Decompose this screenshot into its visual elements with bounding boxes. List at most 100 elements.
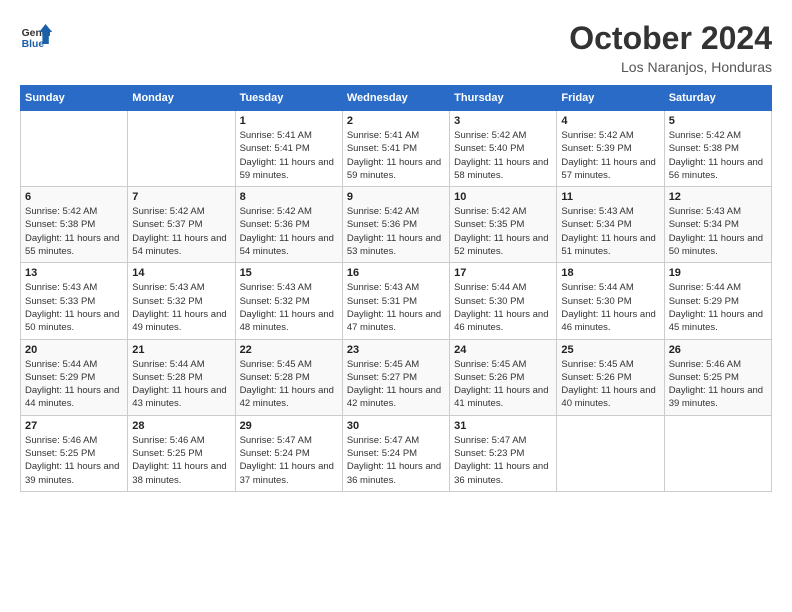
day-info: Sunrise: 5:46 AMSunset: 5:25 PMDaylight:… (669, 358, 767, 411)
calendar-cell: 10Sunrise: 5:42 AMSunset: 5:35 PMDayligh… (450, 187, 557, 263)
weekday-header-thursday: Thursday (450, 86, 557, 111)
calendar-cell: 3 Sunrise: 5:42 AMSunset: 5:40 PMDaylight… (450, 111, 557, 187)
calendar-week-0: 1 Sunrise: 5:41 AMSunset: 5:41 PMDaylight… (21, 111, 772, 187)
day-info: Sunrise: 5:46 AMSunset: 5:25 PMDaylight:… (25, 434, 123, 487)
calendar-cell: 9Sunrise: 5:42 AMSunset: 5:36 PMDaylight… (342, 187, 449, 263)
day-info: Sunrise: 5:42 AMSunset: 5:37 PMDaylight:… (132, 205, 230, 258)
calendar-cell: 28 Sunrise: 5:46 AMSunset: 5:25 PMDayligh… (128, 415, 235, 491)
calendar-cell (557, 415, 664, 491)
calendar-cell: 19 Sunrise: 5:44 AMSunset: 5:29 PMDayligh… (664, 263, 771, 339)
day-info: Sunrise: 5:41 AMSunset: 5:41 PMDaylight:… (347, 129, 445, 182)
day-number: 12 (669, 191, 767, 203)
calendar-week-3: 20Sunrise: 5:44 AMSunset: 5:29 PMDayligh… (21, 339, 772, 415)
calendar-body: 1 Sunrise: 5:41 AMSunset: 5:41 PMDaylight… (21, 111, 772, 492)
day-number: 28 (132, 420, 230, 432)
weekday-header-saturday: Saturday (664, 86, 771, 111)
day-number: 30 (347, 420, 445, 432)
day-number: 29 (240, 420, 338, 432)
calendar-cell: 11 Sunrise: 5:43 AMSunset: 5:34 PMDayligh… (557, 187, 664, 263)
day-info: Sunrise: 5:45 AMSunset: 5:26 PMDaylight:… (454, 358, 552, 411)
calendar-cell: 20Sunrise: 5:44 AMSunset: 5:29 PMDayligh… (21, 339, 128, 415)
day-number: 13 (25, 267, 123, 279)
logo: General Blue (20, 20, 56, 52)
day-number: 19 (669, 267, 767, 279)
weekday-header-tuesday: Tuesday (235, 86, 342, 111)
weekday-header-monday: Monday (128, 86, 235, 111)
day-info: Sunrise: 5:44 AMSunset: 5:30 PMDaylight:… (561, 281, 659, 334)
calendar-cell: 31 Sunrise: 5:47 AMSunset: 5:23 PMDayligh… (450, 415, 557, 491)
day-number: 11 (561, 191, 659, 203)
day-number: 9 (347, 191, 445, 203)
day-info: Sunrise: 5:45 AMSunset: 5:27 PMDaylight:… (347, 358, 445, 411)
calendar-cell (664, 415, 771, 491)
day-number: 31 (454, 420, 552, 432)
day-number: 17 (454, 267, 552, 279)
day-number: 22 (240, 344, 338, 356)
weekday-header-row: SundayMondayTuesdayWednesdayThursdayFrid… (21, 86, 772, 111)
day-info: Sunrise: 5:44 AMSunset: 5:28 PMDaylight:… (132, 358, 230, 411)
calendar-cell: 30 Sunrise: 5:47 AMSunset: 5:24 PMDayligh… (342, 415, 449, 491)
svg-text:Blue: Blue (22, 39, 45, 50)
day-info: Sunrise: 5:43 AMSunset: 5:33 PMDaylight:… (25, 281, 123, 334)
calendar-week-2: 13 Sunrise: 5:43 AMSunset: 5:33 PMDayligh… (21, 263, 772, 339)
calendar-cell: 4Sunrise: 5:42 AMSunset: 5:39 PMDaylight… (557, 111, 664, 187)
location: Los Naranjos, Honduras (569, 59, 772, 75)
day-number: 5 (669, 115, 767, 127)
day-number: 6 (25, 191, 123, 203)
page-header: General Blue October 2024 Los Naranjos, … (20, 20, 772, 75)
calendar-header: SundayMondayTuesdayWednesdayThursdayFrid… (21, 86, 772, 111)
day-info: Sunrise: 5:45 AMSunset: 5:28 PMDaylight:… (240, 358, 338, 411)
calendar-cell: 14Sunrise: 5:43 AMSunset: 5:32 PMDayligh… (128, 263, 235, 339)
calendar-cell: 27 Sunrise: 5:46 AMSunset: 5:25 PMDayligh… (21, 415, 128, 491)
calendar-cell: 18 Sunrise: 5:44 AMSunset: 5:30 PMDayligh… (557, 263, 664, 339)
day-number: 3 (454, 115, 552, 127)
calendar-cell: 1Sunrise: 5:41 AMSunset: 5:41 PMDaylight… (235, 111, 342, 187)
calendar-cell: 16 Sunrise: 5:43 AMSunset: 5:31 PMDayligh… (342, 263, 449, 339)
day-info: Sunrise: 5:45 AMSunset: 5:26 PMDaylight:… (561, 358, 659, 411)
day-info: Sunrise: 5:42 AMSunset: 5:36 PMDaylight:… (240, 205, 338, 258)
day-info: Sunrise: 5:43 AMSunset: 5:32 PMDaylight:… (240, 281, 338, 334)
calendar-cell: 29Sunrise: 5:47 AMSunset: 5:24 PMDayligh… (235, 415, 342, 491)
day-info: Sunrise: 5:47 AMSunset: 5:24 PMDaylight:… (347, 434, 445, 487)
day-number: 24 (454, 344, 552, 356)
weekday-header-sunday: Sunday (21, 86, 128, 111)
day-number: 20 (25, 344, 123, 356)
calendar-week-1: 6Sunrise: 5:42 AMSunset: 5:38 PMDaylight… (21, 187, 772, 263)
day-info: Sunrise: 5:46 AMSunset: 5:25 PMDaylight:… (132, 434, 230, 487)
day-number: 27 (25, 420, 123, 432)
day-info: Sunrise: 5:44 AMSunset: 5:30 PMDaylight:… (454, 281, 552, 334)
logo-icon: General Blue (20, 20, 52, 52)
day-number: 10 (454, 191, 552, 203)
day-info: Sunrise: 5:42 AMSunset: 5:39 PMDaylight:… (561, 129, 659, 182)
weekday-header-wednesday: Wednesday (342, 86, 449, 111)
day-info: Sunrise: 5:43 AMSunset: 5:31 PMDaylight:… (347, 281, 445, 334)
calendar-cell: 23Sunrise: 5:45 AMSunset: 5:27 PMDayligh… (342, 339, 449, 415)
month-title: October 2024 (569, 20, 772, 57)
day-info: Sunrise: 5:42 AMSunset: 5:40 PMDaylight:… (454, 129, 552, 182)
day-info: Sunrise: 5:43 AMSunset: 5:34 PMDaylight:… (561, 205, 659, 258)
day-number: 1 (240, 115, 338, 127)
day-number: 8 (240, 191, 338, 203)
calendar-cell: 12 Sunrise: 5:43 AMSunset: 5:34 PMDayligh… (664, 187, 771, 263)
calendar-week-4: 27 Sunrise: 5:46 AMSunset: 5:25 PMDayligh… (21, 415, 772, 491)
day-number: 25 (561, 344, 659, 356)
day-info: Sunrise: 5:44 AMSunset: 5:29 PMDaylight:… (669, 281, 767, 334)
day-number: 18 (561, 267, 659, 279)
calendar-cell: 22 Sunrise: 5:45 AMSunset: 5:28 PMDayligh… (235, 339, 342, 415)
calendar-cell: 6Sunrise: 5:42 AMSunset: 5:38 PMDaylight… (21, 187, 128, 263)
weekday-header-friday: Friday (557, 86, 664, 111)
calendar-cell: 7 Sunrise: 5:42 AMSunset: 5:37 PMDaylight… (128, 187, 235, 263)
day-number: 16 (347, 267, 445, 279)
day-number: 26 (669, 344, 767, 356)
calendar-cell: 26 Sunrise: 5:46 AMSunset: 5:25 PMDayligh… (664, 339, 771, 415)
day-info: Sunrise: 5:43 AMSunset: 5:34 PMDaylight:… (669, 205, 767, 258)
calendar-cell: 25 Sunrise: 5:45 AMSunset: 5:26 PMDayligh… (557, 339, 664, 415)
calendar-cell (21, 111, 128, 187)
day-info: Sunrise: 5:47 AMSunset: 5:23 PMDaylight:… (454, 434, 552, 487)
calendar: SundayMondayTuesdayWednesdayThursdayFrid… (20, 85, 772, 492)
day-number: 7 (132, 191, 230, 203)
title-area: October 2024 Los Naranjos, Honduras (569, 20, 772, 75)
calendar-cell: 13 Sunrise: 5:43 AMSunset: 5:33 PMDayligh… (21, 263, 128, 339)
calendar-cell: 17 Sunrise: 5:44 AMSunset: 5:30 PMDayligh… (450, 263, 557, 339)
calendar-cell: 8 Sunrise: 5:42 AMSunset: 5:36 PMDaylight… (235, 187, 342, 263)
